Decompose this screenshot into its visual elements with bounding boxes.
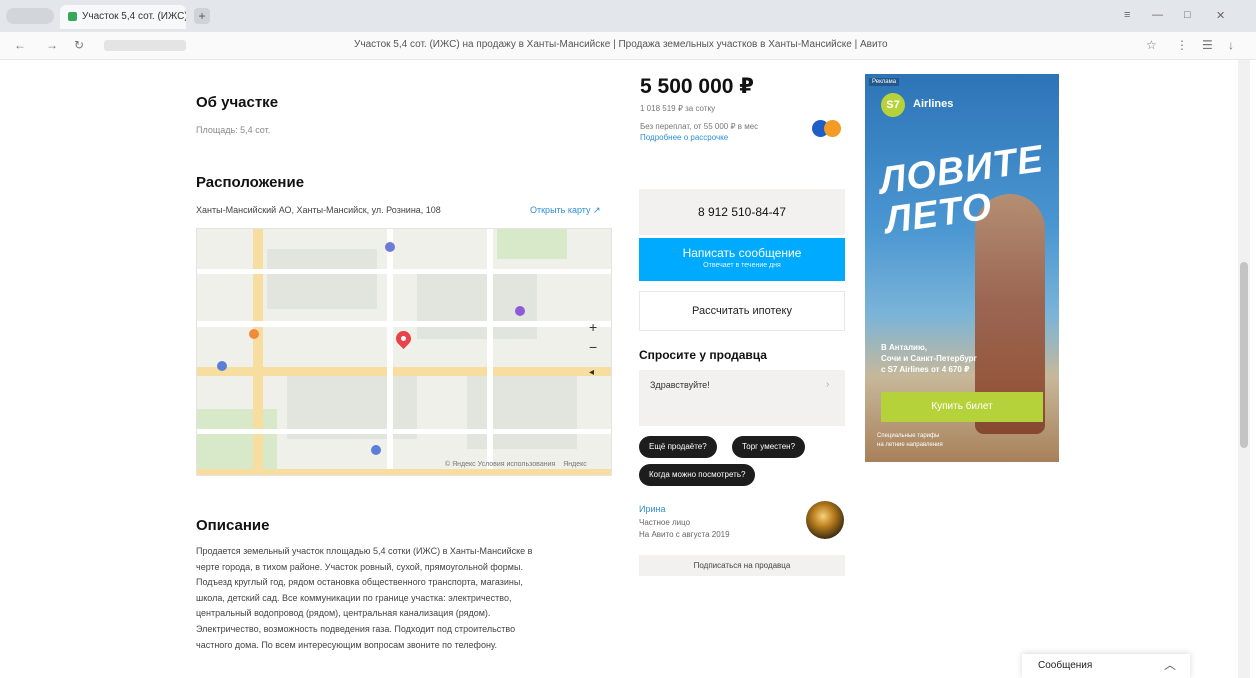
ask-seller-text: Здравствуйте! bbox=[650, 380, 710, 390]
write-message-label: Написать сообщение bbox=[682, 246, 802, 260]
open-map-link[interactable]: Открыть карту ↗ bbox=[530, 205, 601, 216]
ad-text-line: Сочи и Санкт-Петербург bbox=[881, 354, 977, 363]
write-message-button[interactable]: Написать сообщение Отвечает в течение дн… bbox=[639, 238, 845, 281]
chevron-up-icon[interactable]: ︿ bbox=[1164, 656, 1176, 673]
page-title: Участок 5,4 сот. (ИЖС) на продажу в Хант… bbox=[354, 39, 888, 50]
seller-type: Частное лицо bbox=[639, 518, 691, 527]
ad-tag: Реклама bbox=[869, 78, 900, 86]
zoom-out-button[interactable]: − bbox=[589, 339, 597, 355]
map-block bbox=[467, 369, 577, 449]
menu-icon[interactable]: ≡ bbox=[1124, 9, 1130, 21]
description-text: Продается земельный участок площадью 5,4… bbox=[196, 544, 610, 653]
reload-icon[interactable]: ↻ bbox=[74, 38, 84, 52]
minimize-icon[interactable]: — bbox=[1152, 9, 1163, 21]
messages-label: Сообщения bbox=[1038, 660, 1093, 671]
compass-icon[interactable]: ◂ bbox=[589, 367, 594, 378]
subscribe-button[interactable]: Подписаться на продавца bbox=[639, 555, 845, 576]
description-line: Подъезд круглый год, рядом остановка общ… bbox=[196, 577, 523, 588]
ask-seller-input[interactable] bbox=[639, 370, 845, 426]
map-road bbox=[197, 269, 611, 274]
map-road bbox=[387, 229, 393, 475]
map-poi-icon[interactable] bbox=[385, 242, 395, 252]
map-block bbox=[417, 269, 537, 339]
description-line: черте города, в тихом районе. Участок ро… bbox=[196, 561, 523, 572]
map-road bbox=[487, 229, 493, 475]
map-park bbox=[497, 229, 567, 259]
map-park bbox=[197, 409, 277, 475]
map-poi-icon[interactable] bbox=[371, 445, 381, 455]
download-icon[interactable]: ↓ bbox=[1228, 38, 1234, 52]
description-line: частного дома. По всем интересующим вопр… bbox=[196, 639, 498, 650]
ad-text-line: с S7 Airlines от 4 670 ₽ bbox=[881, 365, 970, 374]
extensions-icon[interactable]: ☰ bbox=[1202, 38, 1213, 52]
address-text: Ханты-Мансийский АО, Ханты-Мансийск, ул.… bbox=[196, 205, 441, 215]
about-heading: Об участке bbox=[196, 94, 279, 111]
quick-question-chip[interactable]: Торг уместен? bbox=[732, 436, 806, 458]
zoom-in-button[interactable]: + bbox=[589, 319, 597, 335]
tab-favicon-icon bbox=[68, 12, 77, 21]
tab-title: Участок 5,4 сот. (ИЖС) bbox=[82, 11, 186, 22]
description-line: центральный водопровод (рядом), централь… bbox=[196, 608, 491, 619]
map-road bbox=[197, 429, 611, 434]
description-line: Продается земельный участок площадью 5,4… bbox=[196, 546, 533, 556]
quick-question-chip[interactable]: Когда можно посмотреть? bbox=[639, 464, 756, 486]
tab-bar bbox=[0, 0, 1256, 32]
about-area: Площадь: 5,4 сот. bbox=[196, 125, 271, 135]
browser-tab[interactable]: Участок 5,4 сот. (ИЖС) × bbox=[60, 5, 186, 29]
price: 5 500 000 ₽ bbox=[640, 75, 754, 98]
quick-question-chip[interactable]: Ещё продаёте? bbox=[639, 436, 717, 458]
tab-navigation-buttons[interactable] bbox=[6, 8, 54, 24]
ask-seller-title: Спросите у продавца bbox=[639, 348, 767, 362]
back-icon[interactable]: ← bbox=[14, 38, 26, 52]
ad-fineprint-line: на летние направления bbox=[877, 442, 943, 448]
more-icon[interactable]: ⋮ bbox=[1176, 38, 1188, 52]
ad-brand: Airlines bbox=[913, 98, 954, 110]
description-line: Электричество, возможность подведения га… bbox=[196, 623, 516, 634]
ad-buy-button[interactable]: Купить билет bbox=[881, 392, 1043, 422]
url-field[interactable] bbox=[104, 40, 186, 51]
ad-logo: S7 bbox=[881, 93, 905, 117]
map[interactable]: + − ◂ © Яндекс Условия использования Янд… bbox=[196, 228, 612, 476]
map-poi-icon[interactable] bbox=[249, 329, 259, 339]
price-per-unit: 1 018 519 ₽ за сотку bbox=[640, 104, 716, 113]
new-tab-button[interactable]: + bbox=[194, 8, 210, 24]
map-poi-icon[interactable] bbox=[217, 361, 227, 371]
map-road-main bbox=[197, 469, 611, 475]
phone-button[interactable]: 8 912 510-84-47 bbox=[639, 189, 845, 235]
installment-link[interactable]: Подробнее о рассрочке bbox=[640, 133, 728, 142]
ad-text: В Анталию, Сочи и Санкт-Петербург с S7 A… bbox=[881, 342, 1051, 375]
ad-banner[interactable]: Реклама S7 Airlines ЛОВИТЕ ЛЕТО В Антали… bbox=[865, 74, 1059, 462]
location-heading: Расположение bbox=[196, 174, 305, 191]
map-copyright-text: © Яндекс Условия использования bbox=[445, 461, 556, 468]
scrollbar-thumb[interactable] bbox=[1240, 262, 1248, 448]
payment-logo-icon bbox=[812, 120, 846, 137]
map-brand: Яндекс bbox=[563, 461, 587, 468]
forward-icon[interactable]: → bbox=[46, 38, 58, 52]
ad-fineprint-line: Специальные тарифы bbox=[877, 433, 940, 439]
description-line: школа, детский сад. Все коммуникации по … bbox=[196, 592, 512, 603]
seller-since: На Авито с августа 2019 bbox=[639, 530, 730, 539]
ad-fineprint: Специальные тарифы на летние направления bbox=[877, 432, 1047, 450]
installment-text: Без переплат, от 55 000 ₽ в мес bbox=[640, 122, 759, 131]
map-road bbox=[197, 321, 611, 327]
description-heading: Описание bbox=[196, 517, 270, 534]
mortgage-button[interactable]: Рассчитать ипотеку bbox=[639, 291, 845, 331]
seller-name[interactable]: Ирина bbox=[639, 504, 665, 514]
map-road-main bbox=[197, 367, 611, 376]
location-pin-icon[interactable] bbox=[392, 327, 415, 350]
avatar[interactable] bbox=[806, 501, 844, 539]
ad-text-line: В Анталию, bbox=[881, 343, 928, 352]
map-road-main bbox=[253, 229, 263, 475]
close-icon[interactable]: ✕ bbox=[1216, 9, 1225, 22]
write-message-sublabel: Отвечает в течение дня bbox=[703, 262, 781, 269]
bookmark-icon[interactable]: ☆ bbox=[1146, 38, 1157, 52]
payment-logo-circle bbox=[824, 120, 841, 137]
map-block bbox=[267, 249, 377, 309]
map-copyright: © Яндекс Условия использования Яндекс bbox=[445, 461, 587, 468]
send-icon[interactable]: › bbox=[826, 379, 829, 390]
map-poi-icon[interactable] bbox=[515, 306, 525, 316]
maximize-icon[interactable]: □ bbox=[1184, 9, 1191, 21]
